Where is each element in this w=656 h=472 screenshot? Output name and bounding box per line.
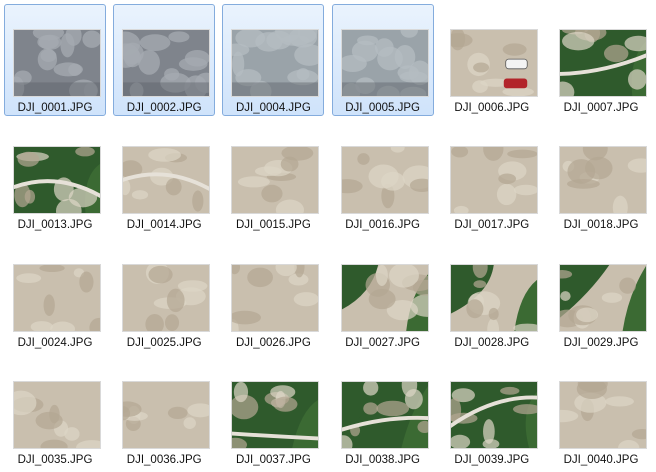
aerial-photo-image (450, 382, 537, 449)
file-name-label: DJI_0038.JPG (345, 454, 420, 467)
file-name-label: DJI_0029.JPG (563, 336, 639, 349)
file-thumbnail (449, 146, 538, 215)
aerial-photo-image (560, 382, 646, 449)
aerial-photo-image (14, 147, 100, 214)
file-name-label: DJI_0001.JPG (17, 102, 93, 114)
file-name-label: DJI_0036.JPG (126, 454, 202, 467)
aerial-photo-image (450, 30, 537, 96)
file-thumbnail (122, 146, 211, 215)
file-name-label: DJI_0017.JPG (454, 219, 530, 232)
file-name-label: DJI_0002.JPG (126, 102, 202, 114)
file-item[interactable]: DJI_0037.JPG (222, 356, 324, 468)
aerial-photo-image (450, 264, 537, 331)
file-name-label: DJI_0014.JPG (126, 219, 202, 232)
aerial-photo-image (450, 147, 537, 214)
file-item[interactable]: DJI_0025.JPG (113, 239, 215, 351)
file-item[interactable]: DJI_0016.JPG (332, 121, 434, 233)
aerial-photo-image (123, 382, 210, 449)
file-thumbnail (13, 146, 101, 215)
aerial-photo-image (560, 30, 646, 96)
aerial-photo-image (14, 382, 100, 449)
aerial-photo-image (341, 30, 428, 96)
file-thumbnail (231, 263, 320, 332)
file-thumbnail (231, 29, 320, 97)
file-item[interactable]: DJI_0013.JPG (4, 121, 106, 233)
file-name-label: DJI_0035.JPG (17, 454, 93, 467)
file-thumbnail (340, 381, 429, 450)
file-thumbnail (231, 381, 320, 450)
file-thumbnail (231, 146, 320, 215)
file-item[interactable]: DJI_0001.JPG (4, 4, 106, 116)
file-name-label: DJI_0024.JPG (17, 336, 93, 349)
file-item[interactable]: DJI_0038.JPG (332, 356, 434, 468)
file-name-label: DJI_0040.JPG (563, 454, 639, 467)
aerial-photo-image (560, 147, 646, 214)
aerial-photo-image (232, 30, 319, 96)
aerial-photo-image (232, 382, 319, 449)
file-thumbnail (449, 381, 538, 450)
file-item[interactable]: DJI_0007.JPG (550, 4, 652, 116)
file-thumbnail (13, 29, 101, 97)
aerial-photo-image (341, 264, 428, 331)
file-name-label: DJI_0039.JPG (454, 454, 530, 467)
file-name-label: DJI_0005.JPG (345, 102, 420, 114)
file-thumbnail (13, 381, 101, 450)
file-thumbnail (340, 29, 429, 97)
aerial-photo-image (341, 382, 428, 449)
file-name-label: DJI_0006.JPG (454, 102, 530, 114)
aerial-photo-image (123, 30, 210, 96)
file-item[interactable]: DJI_0002.JPG (113, 4, 216, 116)
file-name-label: DJI_0007.JPG (563, 102, 639, 114)
file-item[interactable]: DJI_0040.JPG (550, 356, 652, 468)
file-item[interactable]: DJI_0017.JPG (441, 121, 543, 233)
file-item[interactable]: DJI_0035.JPG (4, 356, 106, 468)
file-thumbnail (122, 381, 211, 450)
file-item[interactable]: DJI_0024.JPG (4, 239, 106, 351)
file-item[interactable]: DJI_0015.JPG (222, 121, 324, 233)
file-item[interactable]: DJI_0028.JPG (441, 239, 543, 351)
file-item[interactable]: DJI_0004.JPG (222, 4, 325, 116)
file-thumbnail (122, 263, 211, 332)
file-thumbnail (122, 29, 211, 97)
file-item[interactable]: DJI_0036.JPG (113, 356, 215, 468)
aerial-photo-image (123, 264, 210, 331)
file-name-label: DJI_0025.JPG (126, 336, 202, 349)
file-item[interactable]: DJI_0006.JPG (441, 4, 543, 116)
file-thumbnail (559, 29, 647, 97)
file-thumbnail (449, 263, 538, 332)
aerial-photo-image (14, 264, 100, 331)
file-name-label: DJI_0028.JPG (454, 336, 530, 349)
file-name-label: DJI_0016.JPG (345, 219, 420, 232)
file-thumbnail (449, 29, 538, 97)
file-name-label: DJI_0037.JPG (235, 454, 311, 467)
file-name-label: DJI_0026.JPG (235, 336, 311, 349)
file-thumbnail (559, 263, 647, 332)
file-name-label: DJI_0004.JPG (235, 102, 311, 114)
file-item[interactable]: DJI_0026.JPG (222, 239, 324, 351)
file-item[interactable]: DJI_0029.JPG (550, 239, 652, 351)
aerial-photo-image (232, 147, 319, 214)
file-thumbnail (340, 263, 429, 332)
file-name-label: DJI_0027.JPG (345, 336, 420, 349)
file-name-label: DJI_0013.JPG (17, 219, 93, 232)
file-item[interactable]: DJI_0018.JPG (550, 121, 652, 233)
file-thumbnail (13, 263, 101, 332)
file-item[interactable]: DJI_0014.JPG (113, 121, 215, 233)
file-item[interactable]: DJI_0005.JPG (331, 4, 434, 116)
aerial-photo-image (341, 147, 428, 214)
aerial-photo-image (14, 30, 100, 96)
aerial-photo-image (232, 264, 319, 331)
file-thumbnail (559, 146, 647, 215)
file-grid: DJI_0001.JPG DJI_0002.JPG DJI_0004.JPG DJI_… (0, 0, 656, 472)
file-item[interactable]: DJI_0027.JPG (332, 239, 434, 351)
file-item[interactable]: DJI_0039.JPG (441, 356, 543, 468)
file-thumbnail (340, 146, 429, 215)
aerial-photo-image (560, 264, 646, 331)
file-thumbnail (559, 381, 647, 450)
file-name-label: DJI_0015.JPG (235, 219, 311, 232)
aerial-photo-image (123, 147, 210, 214)
file-name-label: DJI_0018.JPG (563, 219, 639, 232)
